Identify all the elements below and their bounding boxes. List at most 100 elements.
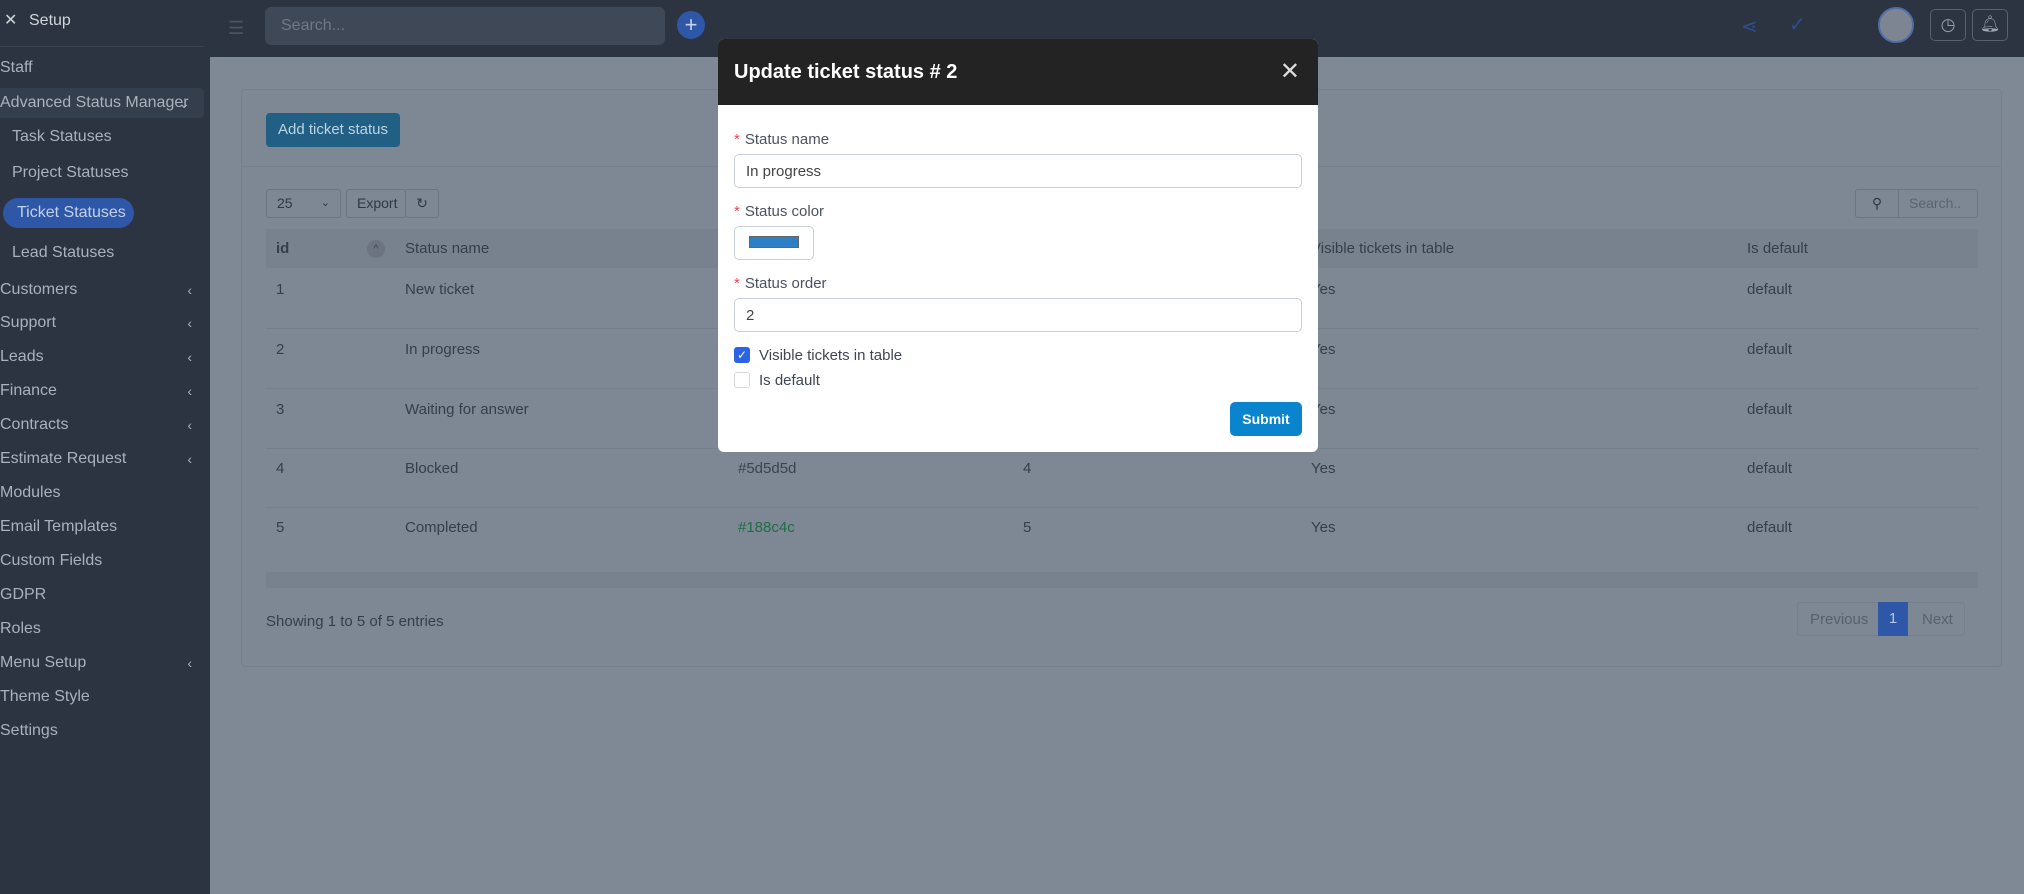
close-icon[interactable]: ✕ xyxy=(4,10,17,30)
cell-status-color: #5d5d5d xyxy=(738,460,797,477)
sidebar-item-label: Theme Style xyxy=(0,688,90,705)
sidebar-item-label: Ticket Statuses xyxy=(17,204,126,221)
status-name-label: * Status name xyxy=(734,131,830,148)
chevron-left-icon: ‹ xyxy=(187,451,192,467)
sidebar-item-label: Roles xyxy=(0,620,41,637)
sidebar-item-label: Menu Setup xyxy=(0,654,87,671)
chevron-left-icon: ‹ xyxy=(187,417,192,433)
cell-id: 3 xyxy=(276,401,285,418)
cell-visible: Yes xyxy=(1311,460,1336,477)
sidebar-item-label: Settings xyxy=(0,722,58,739)
status-color-label: * Status color xyxy=(734,203,825,220)
cell-status-name: Blocked xyxy=(405,460,459,477)
cell-id: 5 xyxy=(276,519,285,536)
sidebar-item-label: Project Statuses xyxy=(12,164,129,181)
cell-default: default xyxy=(1747,401,1793,418)
table-info: Showing 1 to 5 of 5 entries xyxy=(266,613,444,630)
avatar[interactable] xyxy=(1878,7,1914,43)
sidebar-item-finance[interactable]: Finance ‹ xyxy=(0,376,204,406)
chevron-left-icon: ‹ xyxy=(187,282,192,298)
modal-header: Update ticket status # 2 xyxy=(718,39,1318,105)
page-length-select[interactable]: 25 ⌄ xyxy=(266,189,341,218)
bell-icon[interactable]: 🔔︎ xyxy=(1972,9,2008,41)
cell-id: 2 xyxy=(276,341,285,358)
check-icon[interactable]: ✓ xyxy=(1789,12,1806,37)
sidebar-title: Setup xyxy=(29,12,71,29)
sidebar-item-email-templates[interactable]: Email Templates xyxy=(0,512,204,542)
chevron-left-icon: ‹ xyxy=(187,315,192,331)
cell-visible: Yes xyxy=(1311,519,1336,536)
sidebar-item-label: Staff xyxy=(0,59,33,76)
sidebar-item-label: Task Statuses xyxy=(12,128,112,145)
search-input[interactable]: Search... xyxy=(265,7,665,45)
column-header-visible: Visible tickets in table xyxy=(1311,240,1455,257)
cell-default: default xyxy=(1747,281,1793,298)
page-length-value: 25 xyxy=(277,195,293,211)
sidebar-item-label: Leads xyxy=(0,348,44,365)
cell-id: 4 xyxy=(276,460,285,477)
cell-default: default xyxy=(1747,519,1793,536)
update-status-modal: Update ticket status # 2 ✕ * Status name … xyxy=(718,39,1318,452)
status-order-input[interactable]: 2 xyxy=(734,298,1302,332)
refresh-icon[interactable]: ↻ xyxy=(405,189,439,218)
table-search-input[interactable]: Search.. xyxy=(1898,189,1978,218)
sidebar-item-custom-fields[interactable]: Custom Fields xyxy=(0,546,204,576)
search-icon[interactable]: ⚲ xyxy=(1855,189,1899,218)
sidebar-item-label: Lead Statuses xyxy=(12,244,115,261)
close-icon[interactable]: ✕ xyxy=(1280,57,1300,86)
visible-tickets-label: Visible tickets in table xyxy=(759,347,903,364)
sidebar-item-menu-setup[interactable]: Menu Setup ‹ xyxy=(0,648,204,678)
add-ticket-status-button[interactable]: Add ticket status xyxy=(266,113,400,147)
share-icon[interactable]: ⋖ xyxy=(1741,14,1758,39)
page-1-button[interactable]: 1 xyxy=(1878,602,1908,636)
cell-default: default xyxy=(1747,341,1793,358)
sidebar-item-lead-statuses[interactable]: Lead Statuses xyxy=(12,238,216,268)
menu-toggle-icon[interactable]: ☰ xyxy=(228,18,244,39)
horizontal-scrollbar[interactable] xyxy=(266,572,1978,588)
sidebar-item-task-statuses[interactable]: Task Statuses xyxy=(12,122,216,152)
sidebar-item-theme-style[interactable]: Theme Style xyxy=(0,682,204,712)
clock-icon[interactable]: ◷ xyxy=(1930,9,1966,41)
cell-status-order: 4 xyxy=(1023,460,1032,477)
sidebar-item-ticket-statuses[interactable]: Ticket Statuses xyxy=(3,198,134,228)
sidebar-item-label: Email Templates xyxy=(0,518,118,535)
sidebar-item-label: Finance xyxy=(0,382,57,399)
cell-status-name: Waiting for answer xyxy=(405,401,529,418)
sidebar-item-settings[interactable]: Settings xyxy=(0,716,204,746)
sidebar-item-project-statuses[interactable]: Project Statuses xyxy=(12,158,216,188)
sidebar-item-leads[interactable]: Leads ‹ xyxy=(0,342,204,372)
chevron-left-icon: ‹ xyxy=(187,383,192,399)
row-divider xyxy=(266,507,1978,508)
sidebar-item-contracts[interactable]: Contracts ‹ xyxy=(0,410,204,440)
status-color-picker[interactable] xyxy=(734,226,814,260)
cell-status-name: Completed xyxy=(405,519,478,536)
sort-icon[interactable]: ^ xyxy=(367,240,385,258)
sidebar-item-gdpr[interactable]: GDPR xyxy=(0,580,204,610)
cell-status-order: 5 xyxy=(1023,519,1032,536)
sidebar-item-staff[interactable]: Staff xyxy=(0,53,204,83)
is-default-checkbox[interactable] xyxy=(734,372,750,388)
cell-id: 1 xyxy=(276,281,285,298)
is-default-label: Is default xyxy=(759,372,820,389)
column-header-id: id xyxy=(276,240,290,257)
sidebar-item-advanced-status-manager[interactable]: Advanced Status Manager ⌄ xyxy=(0,88,204,118)
add-icon[interactable]: + xyxy=(677,11,705,39)
next-button[interactable]: Next xyxy=(1922,611,1953,628)
visible-tickets-checkbox[interactable]: ✓ xyxy=(734,347,750,363)
cell-status-name: New ticket xyxy=(405,281,475,298)
previous-button[interactable]: Previous xyxy=(1810,611,1868,628)
column-header-default: Is default xyxy=(1747,240,1808,257)
status-order-label: * Status order xyxy=(734,275,827,292)
sidebar-item-roles[interactable]: Roles xyxy=(0,614,204,644)
sidebar-item-estimate-request[interactable]: Estimate Request ‹ xyxy=(0,444,204,474)
sidebar-item-label: GDPR xyxy=(0,586,47,603)
sidebar-item-support[interactable]: Support ‹ xyxy=(0,308,204,338)
status-name-input[interactable]: In progress xyxy=(734,154,1302,188)
modal-title: Update ticket status # 2 xyxy=(734,61,958,83)
submit-button[interactable]: Submit xyxy=(1230,402,1302,436)
chevron-left-icon: ‹ xyxy=(187,349,192,365)
sidebar-item-modules[interactable]: Modules xyxy=(0,478,204,508)
sidebar-item-customers[interactable]: Customers ‹ xyxy=(0,275,204,305)
export-button[interactable]: Export xyxy=(346,189,406,218)
divider xyxy=(0,46,204,47)
